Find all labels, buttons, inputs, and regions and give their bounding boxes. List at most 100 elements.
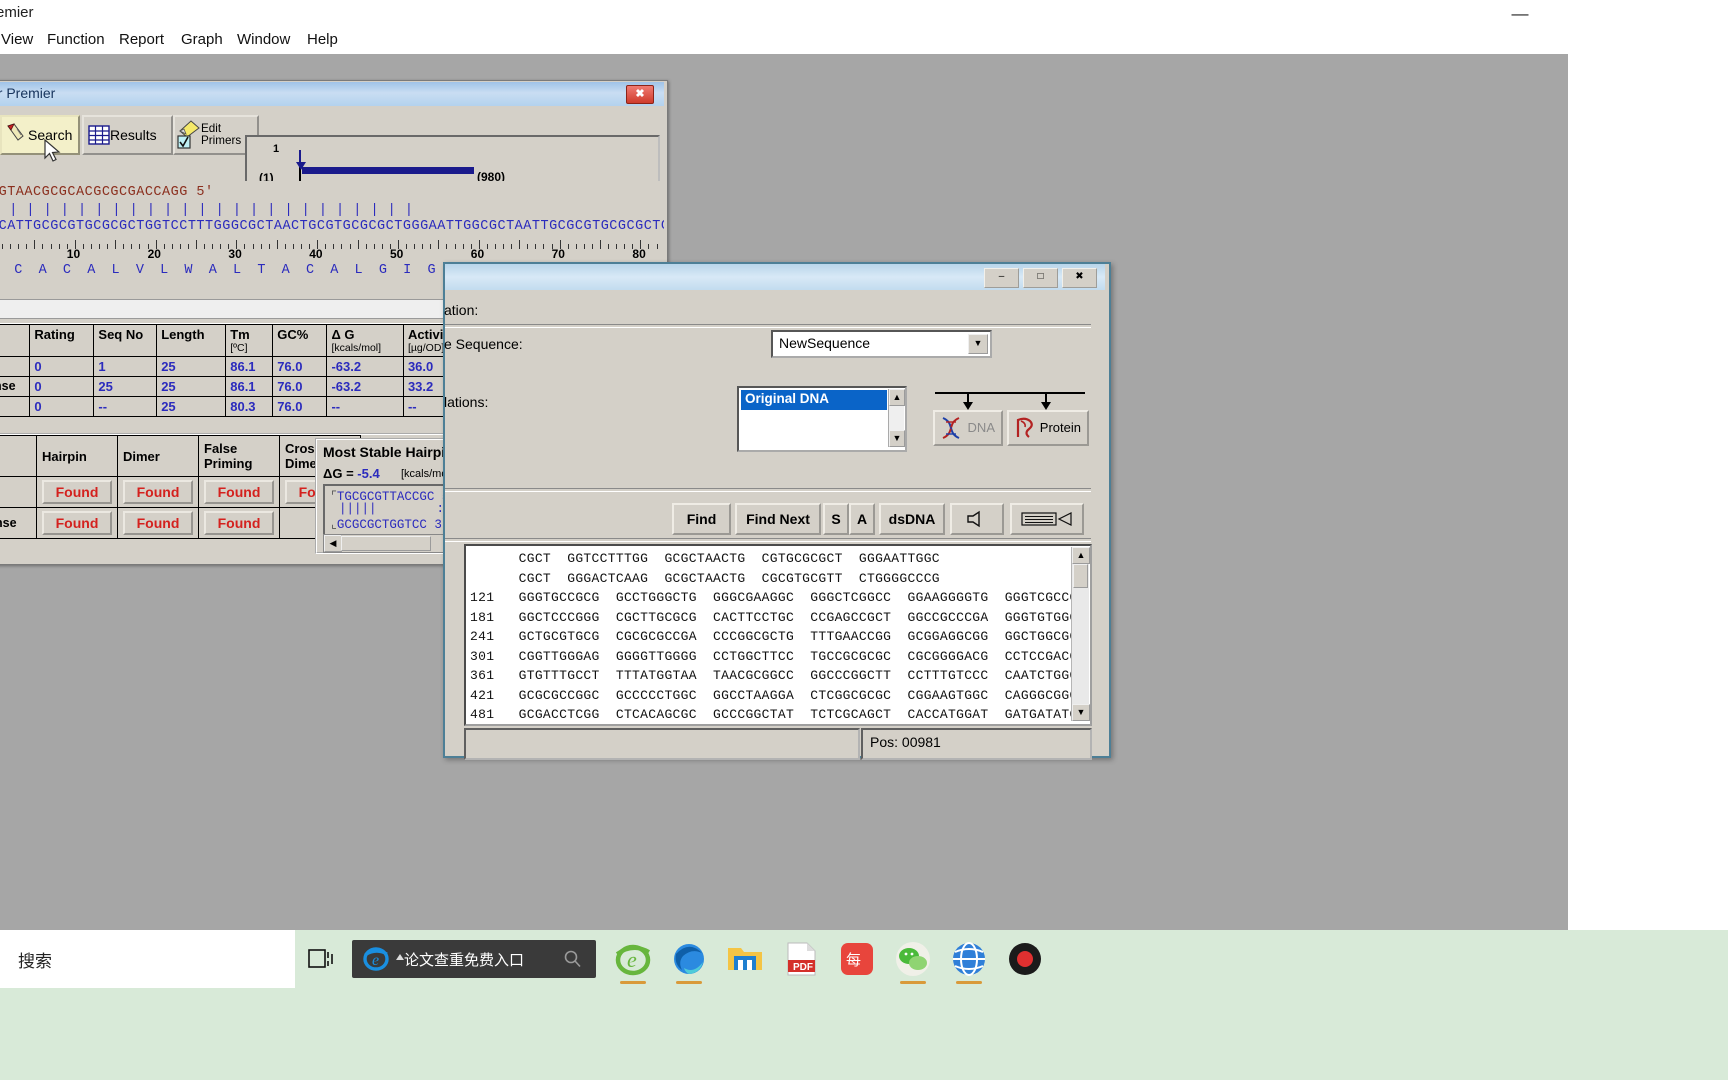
menu-graph[interactable]: Graph [174,28,230,51]
overlay-arrow-icon [396,954,404,960]
dna-sequence-rows: CGCT GGTCCTTTGG GCGCTAACTG CGTGCGCGCT GG… [470,549,1086,724]
menu-function[interactable]: Function [40,28,112,51]
results-button[interactable]: Results [82,115,173,155]
bottom-strand-sequence: CCATTGCGCGTGCGCGCTGGTCCTTTGGGCGCTAACTGCG… [0,219,664,234]
information-label: ation: [444,302,479,318]
scrollbar-thumb[interactable] [341,536,431,551]
listbox-scrollbar[interactable]: ▲ ▼ [888,389,905,447]
sequence-vertical-scrollbar[interactable]: ▲ ▼ [1071,547,1090,721]
column-header[interactable]: GC% [272,324,328,357]
column-header[interactable]: Rating [29,324,95,357]
svg-text:PDF: PDF [793,962,813,973]
scroll-down-icon[interactable]: ▼ [889,430,905,447]
microsoft-edge-icon[interactable] [668,938,710,980]
taskbar-window-button-ie[interactable]: e 论文查重免费入口 [352,940,596,978]
internet-explorer-icon[interactable]: e [612,938,654,980]
scroll-up-icon[interactable]: ▲ [889,389,905,406]
row-label [0,356,31,377]
found-button[interactable]: Found [42,480,112,504]
sense-strand-button[interactable]: S [823,503,849,535]
search-button[interactable]: Search [0,115,80,155]
pdf-reader-icon[interactable]: PDF [780,938,822,980]
task-view-icon[interactable] [308,946,334,972]
table-row[interactable]: FoundFoundFoundFound [0,476,361,508]
column-header[interactable]: False Priming [198,435,280,477]
menu-help[interactable]: Help [300,28,345,51]
column-header[interactable]: Δ G [kcals/mol] [326,324,404,357]
scroll-down-icon[interactable]: ▼ [1072,704,1090,721]
status-bar-left [464,728,860,760]
maximize-icon[interactable]: □ [1023,268,1058,288]
column-header[interactable]: Length [156,324,227,357]
dna-row-position: 481 [470,707,495,722]
column-header[interactable] [0,435,37,477]
column-header[interactable]: Tm [ºC] [225,324,274,357]
close-icon[interactable]: ✖ [626,85,654,104]
dna-row-sequence: GTGTTTGCCT TTTATGGTAA TAACGCGGCC GGCCCGG… [518,668,1086,683]
table-cell: -- [326,396,404,417]
hairpin-dg-value: -5.4 [357,466,380,481]
found-button[interactable]: Found [204,480,274,504]
find-next-button[interactable]: Find Next [735,503,821,535]
sequence-select[interactable]: NewSequence ▼ [771,330,992,358]
file-explorer-icon[interactable] [724,938,766,980]
column-header[interactable]: Seq No [93,324,158,357]
sequence-text-area[interactable]: CGCT GGTCCTTTGG GCGCTAACTG CGTGCGCGCT GG… [464,544,1092,726]
antisense-strand-button[interactable]: A [849,503,875,535]
column-header-line1: Dimer [123,448,160,464]
dna-row-sequence: CGGTTGGGAG GGGGTTGGGG CCTGGCTTCC TGCCGCG… [518,648,1086,664]
keyboard-icon [1021,512,1072,526]
dsdna-button[interactable]: dsDNA [879,503,945,535]
ruler-number: 30 [228,247,242,261]
found-button[interactable]: Found [123,480,193,504]
scrollbar-thumb[interactable] [1073,564,1088,588]
table-cell: Found [198,476,280,508]
recorder-icon[interactable] [1004,938,1046,980]
table-cell: 76.0 [272,356,328,377]
find-toolbar: Find Find Next S A dsDNA [445,496,1091,538]
list-item[interactable]: Original DNA [741,390,887,410]
edit-checkbox-icon [177,120,200,149]
ruler-number: 40 [309,247,323,261]
column-header-line2: Priming [204,456,253,471]
svg-text:e: e [627,947,637,972]
taskbar-active-indicator [620,981,646,984]
table-row[interactable]: nseFoundFoundFound [0,507,361,539]
menu-view[interactable]: View [0,28,40,51]
app-titlebar: emier — [0,0,1568,28]
dna-helix-icon [942,417,960,439]
table-cell: 76.0 [272,396,328,417]
chevron-down-icon[interactable]: ▼ [968,334,988,354]
menu-window[interactable]: Window [230,28,297,51]
status-bar-position: Pos: 00981 [861,728,1092,760]
flow-connector [935,392,1085,394]
dna-button[interactable]: DNA [933,410,1003,446]
search-input[interactable]: 搜索 [0,930,295,988]
column-header[interactable]: Hairpin [36,435,118,477]
column-header-line1: False [204,441,238,456]
find-button[interactable]: Find [672,503,731,535]
found-button[interactable]: Found [42,511,112,535]
protein-button[interactable]: Protein [1007,410,1089,446]
table-icon [88,125,110,145]
found-button[interactable]: Found [123,511,193,535]
speaker-button[interactable] [950,503,1004,535]
keyboard-button[interactable] [1010,503,1084,535]
translations-listbox[interactable]: Original DNA ▲ ▼ [737,386,907,452]
menu-report[interactable]: Report [112,28,171,51]
scroll-up-icon[interactable]: ▲ [1072,547,1090,564]
arrow-head-protein [1041,402,1051,410]
dna-sequence-row: 241 GCTGCGTGCG CGCGCGCCGA CCCGGCGCTG TTT… [470,627,1086,647]
minimize-icon[interactable]: – [984,268,1019,288]
translate-icon[interactable] [948,938,990,980]
column-header-title: GC% [277,327,309,342]
scroll-left-icon[interactable]: ◀ [324,535,342,552]
sequence-field-label: e Sequence: [444,336,523,352]
minimize-icon[interactable]: — [1500,4,1540,24]
close-icon[interactable]: ✖ [1062,268,1097,288]
wechat-icon[interactable] [892,938,934,980]
meitu-icon[interactable]: 每 [836,938,878,980]
column-header[interactable] [0,324,31,357]
found-button[interactable]: Found [204,511,274,535]
column-header[interactable]: Dimer [117,435,199,477]
